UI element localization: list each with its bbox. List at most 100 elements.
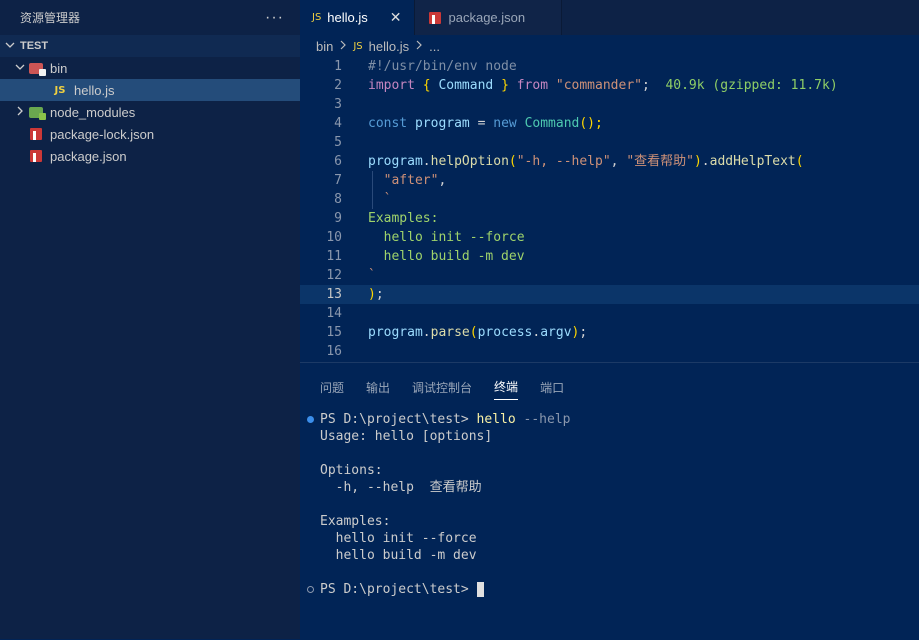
code-token: "commander" [555,78,642,93]
code-token: Command [438,78,494,93]
command-pending-dot-icon[interactable] [307,586,314,593]
code-token: ( [795,154,804,169]
folder-node-icon [28,105,46,120]
tree-item-label: bin [50,60,68,76]
tree-item-label: package-lock.json [50,126,155,142]
code-token: hello init --force [383,230,525,245]
terminal[interactable]: PS D:\project\test> hello --help Usage: … [300,411,919,598]
chevron-down-icon [12,62,28,75]
breadcrumb-file[interactable]: hello.js [369,39,409,54]
code-token: , [438,173,447,188]
workspace-section-label: TEST [20,40,49,52]
tab-problems[interactable]: 问题 [320,375,344,400]
breadcrumb-folder[interactable]: bin [316,39,333,54]
code-line: 1 #!/usr/bin/env node [300,57,919,76]
code-token: from [516,78,549,93]
tab-output[interactable]: 输出 [366,375,390,400]
code-token: (); [579,116,603,131]
option-flag: -h, --help [320,480,430,495]
explorer-title: 资源管理器 [20,11,81,25]
chevron-right-icon [339,40,347,53]
chevron-down-icon [0,40,20,53]
tree-item-hello-js[interactable]: JS hello.js [0,79,300,101]
code-line: 8 ` [300,190,919,209]
code-text: "after", [368,171,447,190]
line-number: 6 [334,154,342,169]
line-number: 10 [326,230,342,245]
code-line: 11 hello build -m dev [300,247,919,266]
tab-terminal[interactable]: 终端 [494,374,519,400]
breadcrumb: bin JS hello.js ... [300,35,919,57]
terminal-line: -h, --help 查看帮助 [320,479,919,496]
indent-guide [372,190,373,209]
code-token: program [414,116,470,131]
command-success-dot-icon[interactable] [307,416,314,423]
more-actions-icon[interactable]: ··· [265,9,284,27]
tree-item-package-lock-json[interactable]: package-lock.json [0,123,300,145]
workspace-section-test[interactable]: TEST [0,35,300,57]
chevron-right-icon [415,40,423,53]
line-number: 12 [326,268,342,283]
code-token: program [368,325,423,340]
tree-item-node-modules[interactable]: node_modules [0,101,300,123]
tab-debug-console[interactable]: 调试控制台 [412,375,472,400]
code-token: ; [579,325,588,340]
line-number: 16 [326,344,342,359]
tree-item-package-json[interactable]: package.json [0,145,300,167]
code-token: ( [508,154,517,169]
code-token: hello build -m dev [383,249,525,264]
import-cost-hint: 40.9k (gzipped: 11.7k) [665,78,838,93]
chevron-right-icon [12,106,28,119]
line-number: 3 [334,97,342,112]
code-token: "-h, --help" [516,154,611,169]
code-token: . [422,154,431,169]
code-token: } [501,78,509,93]
code-line: 9 Examples: [300,209,919,228]
option-description: 查看帮助 [429,480,482,495]
code-line: 16 [300,342,919,361]
indent-guide [372,171,373,190]
code-text: ); [368,285,384,304]
code-token: "查看帮助" [626,154,694,169]
terminal-prompt: PS D:\project\test> [320,582,477,597]
terminal-line: Options: [320,463,383,478]
panel-tabs: 问题 输出 调试控制台 终端 端口 [300,363,919,411]
close-icon[interactable]: ✕ [390,9,402,26]
terminal-prompt: PS D:\project\test> [320,412,477,427]
javascript-file-icon: JS [353,40,363,52]
line-number: 8 [334,192,342,207]
terminal-line: hello build -m dev [320,548,477,563]
code-editor[interactable]: 1 #!/usr/bin/env node 2 import { Command }… [300,57,919,362]
tab-ports[interactable]: 端口 [540,375,564,400]
breadcrumb-more[interactable]: ... [429,39,440,54]
npm-icon [28,127,44,141]
code-line: 14 [300,304,919,323]
code-token: ` [383,192,392,207]
tab-hello-js[interactable]: JS hello.js ✕ [300,0,415,35]
tab-package-json[interactable]: package.json [414,0,562,35]
terminal-line: PS D:\project\test> [307,581,919,598]
tree-item-bin[interactable]: bin [0,57,300,79]
line-number: 2 [334,78,342,93]
code-token: program [368,154,423,169]
code-token: ) [693,154,702,169]
code-line: 7 "after", [300,171,919,190]
code-token: addHelpText [709,154,796,169]
code-token: ( [469,325,478,340]
javascript-file-icon: JS [312,12,322,23]
code-token: ) [368,287,376,302]
code-text: program.parse(process.argv); [368,325,588,340]
code-line: 6 program.helpOption("-h, --help", "查看帮助"… [300,152,919,171]
code-text: #!/usr/bin/env node [368,59,517,74]
code-text: Examples: [368,211,439,226]
terminal-line: hello init --force [320,531,477,546]
javascript-file-icon: JS [54,84,66,96]
code-token: helpOption [430,154,509,169]
code-token: { [422,78,431,93]
code-line-current: 13); [300,285,919,304]
code-token: Command [524,116,580,131]
explorer-sidebar: 资源管理器 ··· TEST bin JS hello.js node_modu… [0,0,300,639]
code-text: program.helpOption("-h, --help", "查看帮助")… [368,152,804,171]
